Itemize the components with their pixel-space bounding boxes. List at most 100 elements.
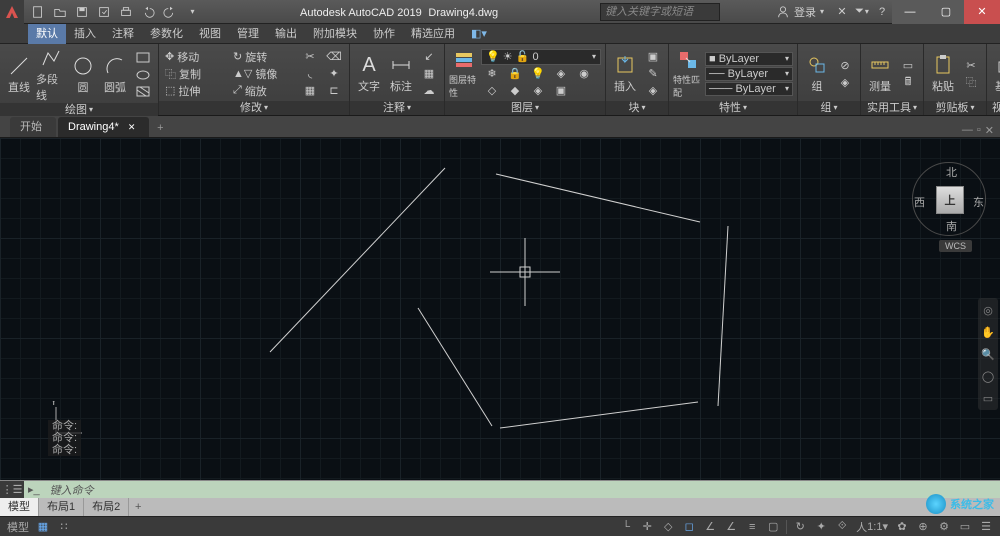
group-button[interactable]: 组 [802,53,832,94]
nav-zoom-icon[interactable]: 🔍 [980,346,996,362]
ungroup-icon[interactable]: ⊘ [834,57,856,73]
sb-grid-icon[interactable]: ▦ [33,518,53,536]
tab-drawing4[interactable]: Drawing4* ✕ [58,117,149,137]
layout-1[interactable]: 布局1 [39,498,84,516]
doc-close-icon[interactable]: ✕ [985,124,994,137]
fillet-icon[interactable]: ◟ [299,66,321,82]
window-maximize-button[interactable]: ▢ [928,0,964,24]
layer-lock-icon[interactable]: 🔒 [504,66,526,82]
sb-autoscale-icon[interactable]: ⟐ [832,518,852,536]
nav-wheel-icon[interactable]: ◎ [980,302,996,318]
calc-icon[interactable]: 🖩 [897,74,919,90]
layout-model[interactable]: 模型 [0,498,39,516]
tab-manage[interactable]: 管理 [229,24,267,44]
layout-add-button[interactable]: + [129,501,147,513]
viewcube-west[interactable]: 西 [914,194,925,210]
layer-freeze-icon[interactable]: ❄ [481,66,503,82]
layout-2[interactable]: 布局2 [84,498,129,516]
copy-clip-icon[interactable]: ⿻ [960,74,982,90]
tab-collab[interactable]: 协作 [365,24,403,44]
nav-pan-icon[interactable]: ✋ [980,324,996,340]
select-icon[interactable]: ▭ [897,57,919,73]
viewcube-top[interactable]: 上 [936,186,964,214]
insert-button[interactable]: 插入 [610,53,640,94]
tab-output[interactable]: 输出 [267,24,305,44]
qat-redo-icon[interactable] [160,3,180,21]
base-button[interactable]: 基点 [991,53,1000,94]
tab-view[interactable]: 视图 [191,24,229,44]
matchprops-button[interactable]: 特性匹配 [673,48,703,99]
sb-ws-icon[interactable]: ✿ [892,518,912,536]
offset-icon[interactable]: ⊏ [323,83,345,99]
sb-cycle-icon[interactable]: ↻ [790,518,810,536]
table-icon[interactable]: ▦ [418,66,440,82]
scale-button[interactable]: ⤢ 缩放 [231,83,297,99]
cmd-prompt[interactable]: 键入命令 [44,482,100,498]
tab-add-button[interactable]: + [151,119,169,137]
tab-insert[interactable]: 插入 [66,24,104,44]
nav-orbit-icon[interactable]: ◯ [980,368,996,384]
sb-ortho-icon[interactable]: └ [616,518,636,536]
cloud-icon[interactable]: ☁ [418,83,440,99]
trim-icon[interactable]: ✂ [299,49,321,65]
layer-a-icon[interactable]: ◇ [481,83,503,99]
hatch-icon[interactable] [132,84,154,100]
qat-save-icon[interactable] [72,3,92,21]
nav-show-icon[interactable]: ▭ [980,390,996,406]
circle-button[interactable]: 圆 [68,54,98,95]
layerprops-button[interactable]: 图层特性 [449,48,479,99]
arc-button[interactable]: 圆弧 [100,54,130,95]
layer-iso-icon[interactable]: ◈ [550,66,572,82]
wcs-badge[interactable]: WCS [939,240,972,252]
sb-custom-icon[interactable]: ☰ [976,518,996,536]
sb-lwt-icon[interactable]: ≡ [742,518,762,536]
array-icon[interactable]: ▦ [299,83,321,99]
help-icon[interactable]: ? [872,3,892,21]
paste-button[interactable]: 粘贴 [928,53,958,94]
sb-3dosnap-icon[interactable]: ∠ [700,518,720,536]
copy-button[interactable]: ⿻ 复制 [163,66,229,82]
layer-off-icon[interactable]: 💡 [527,66,549,82]
linetype-dropdown[interactable]: ─── ByLayer▾ [705,82,793,96]
qat-open-icon[interactable] [50,3,70,21]
text-button[interactable]: A文字 [354,53,384,94]
drawing-area[interactable]: 上 北 南 东 西 WCS ◎ ✋ 🔍 ◯ ▭ Y 命令: 命令: 命令: [0,138,1000,480]
layer-match-icon[interactable]: ◉ [573,66,595,82]
sb-otrack-icon[interactable]: ∠ [721,518,741,536]
sb-monitor-icon[interactable]: ⊕ [913,518,933,536]
cmd-handle-icon[interactable]: ⋮☰ [0,481,24,499]
layer-b-icon[interactable]: ◆ [504,83,526,99]
viewcube-north[interactable]: 北 [946,164,957,180]
move-button[interactable]: ✥ 移动 [163,49,229,65]
tab-addins[interactable]: 附加模块 [305,24,365,44]
viewcube-south[interactable]: 南 [946,218,957,234]
signin-button[interactable]: 登录▾ [768,0,832,24]
tab-parametric[interactable]: 参数化 [142,24,191,44]
layer-d-icon[interactable]: ▣ [550,83,572,99]
sb-iso-icon[interactable]: ◇ [658,518,678,536]
stayconn-icon[interactable]: ⏷ [852,3,872,21]
rotate-button[interactable]: ↻ 旋转 [231,49,297,65]
layer-dropdown[interactable]: 💡 ☀ 🔓 0▾ [481,49,601,65]
tab-start[interactable]: 开始 [10,117,56,137]
app-logo[interactable] [0,0,24,24]
stretch-button[interactable]: ⬚ 拉伸 [163,83,229,99]
line-button[interactable]: 直线 [4,54,34,95]
explode-icon[interactable]: ✦ [323,66,345,82]
qat-saveas-icon[interactable] [94,3,114,21]
qat-undo-icon[interactable] [138,3,158,21]
tab-featured[interactable]: 精选应用 [403,24,463,44]
qat-plot-icon[interactable] [116,3,136,21]
erase-icon[interactable]: ⌫ [323,49,345,65]
window-minimize-button[interactable]: — [892,0,928,24]
groupedit-icon[interactable]: ◈ [834,74,856,90]
window-close-button[interactable]: ✕ [964,0,1000,24]
leader-icon[interactable]: ↙ [418,49,440,65]
cmd-chevron-icon[interactable]: ▸_ [24,483,44,496]
tab-close-icon[interactable]: ✕ [128,122,136,132]
command-line[interactable]: ⋮☰ ▸_ 键入命令 [0,480,1000,498]
lineweight-dropdown[interactable]: ── ByLayer▾ [705,67,793,81]
sb-clean-icon[interactable]: ▭ [955,518,975,536]
tab-default[interactable]: 默认 [28,24,66,44]
cut-icon[interactable]: ✂ [960,57,982,73]
